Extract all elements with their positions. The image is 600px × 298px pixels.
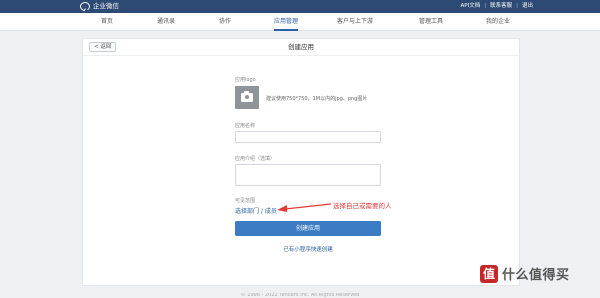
nav-my-enterprise[interactable]: 我的企业 bbox=[486, 13, 510, 31]
main-nav: 首页 通讯录 协作 应用管理 客户与上下游 管理工具 我的企业 bbox=[0, 13, 600, 31]
nav-contacts[interactable]: 通讯录 bbox=[157, 13, 175, 31]
watermark: 值 什么值得买 bbox=[480, 264, 570, 283]
app-intro-textarea[interactable] bbox=[235, 164, 381, 186]
visible-range-label: 可见范围 bbox=[235, 198, 256, 204]
name-label: 应用名称 bbox=[235, 123, 256, 129]
nav-management-tools[interactable]: 管理工具 bbox=[419, 13, 443, 31]
annotation-text: 选择自己或需要的人 bbox=[333, 202, 392, 210]
app-title: 企业微信 bbox=[93, 2, 119, 10]
back-button[interactable]: < 返回 bbox=[89, 42, 117, 52]
miniprogram-link[interactable]: 已有小程序快速创建 bbox=[83, 245, 533, 253]
nav-collaboration[interactable]: 协作 bbox=[219, 13, 231, 31]
create-app-button[interactable]: 创建应用 bbox=[235, 221, 381, 236]
app-name-input[interactable] bbox=[235, 131, 381, 143]
nav-customers[interactable]: 客户与上下游 bbox=[337, 13, 373, 31]
wecom-logo-icon bbox=[80, 2, 90, 11]
watermark-text: 什么值得买 bbox=[502, 268, 570, 283]
logout-link[interactable]: 退出 bbox=[522, 0, 533, 13]
divider: | bbox=[484, 3, 487, 9]
select-members-link[interactable]: 选择部门 / 成员 bbox=[235, 206, 277, 215]
api-docs-link[interactable]: API文档 bbox=[461, 0, 481, 13]
create-app-card: 创建应用 < 返回 应用logo 建议使用750*750，1M以内的jpg、pn… bbox=[82, 38, 520, 286]
logo-hint: 建议使用750*750，1M以内的jpg、png图片 bbox=[266, 96, 368, 102]
intro-label: 应用介绍（选填） bbox=[235, 156, 276, 162]
nav-app-management[interactable]: 应用管理 bbox=[273, 13, 299, 31]
nav-home[interactable]: 首页 bbox=[101, 13, 113, 31]
card-header: 创建应用 < 返回 bbox=[83, 39, 519, 56]
annotation-arrow-icon bbox=[277, 203, 332, 212]
camera-icon bbox=[241, 91, 253, 102]
footer-text: © 1998 - 2022 Tencent Inc. All Rights Re… bbox=[240, 293, 360, 298]
divider: | bbox=[516, 3, 518, 9]
top-bar: 企业微信 API文档 | 联系客服 | 退出 bbox=[0, 0, 600, 13]
logo-label: 应用logo bbox=[235, 77, 256, 83]
page-title: 创建应用 bbox=[288, 43, 314, 51]
logo-upload[interactable] bbox=[235, 86, 259, 109]
app-logo[interactable]: 企业微信 bbox=[80, 1, 119, 12]
contact-support-link[interactable]: 联系客服 bbox=[490, 0, 512, 13]
top-links: API文档 | 联系客服 | 退出 bbox=[461, 0, 533, 13]
watermark-badge-icon: 值 bbox=[480, 264, 498, 283]
